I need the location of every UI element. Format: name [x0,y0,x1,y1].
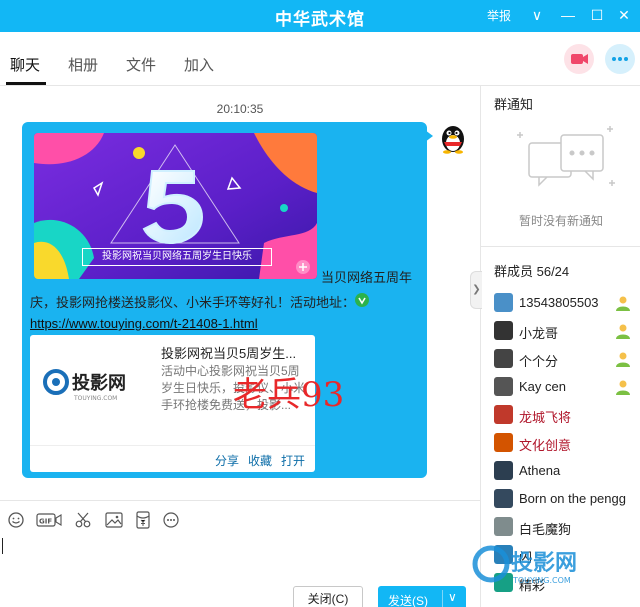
tab-bar: 聊天 相册 文件 加入 [0,32,640,86]
members-heading: 群成员 56/24 [494,264,570,279]
favorite-link[interactable]: 收藏 [248,452,272,469]
member-avatar[interactable] [494,489,513,508]
svg-text:TOUYING.COM: TOUYING.COM [512,576,571,585]
red-packet-icon[interactable] [133,510,153,530]
message-input[interactable]: 关闭(C) 发送(S) ∨ [0,538,480,607]
member-avatar[interactable] [494,433,513,452]
member-avatar[interactable] [494,349,513,368]
more-options-button[interactable] [605,44,635,74]
open-link[interactable]: 打开 [281,452,305,469]
member-row[interactable]: 白毛魔狗 [481,513,640,541]
member-name: Kay cen [519,379,566,394]
member-row[interactable]: Athena [481,457,640,485]
tab-album[interactable]: 相册 [68,54,98,75]
svg-text:投影网: 投影网 [511,551,577,576]
member-name: 13543805503 [519,295,599,310]
send-options-dropdown[interactable]: ∨ [448,590,457,604]
emoji-icon[interactable] [6,510,26,530]
member-name: 个个分 [519,354,559,369]
title-bar: 中华武术馆 举报 ∨ — ☐ ✕ [0,0,640,32]
member-row[interactable]: Kay cen [481,373,640,401]
member-name: 文化创意 [519,438,572,453]
member-name: 白毛魔狗 [519,522,572,537]
penguin-avatar-icon[interactable] [438,122,468,154]
share-link[interactable]: 分享 [215,452,239,469]
bubble-tail [425,130,433,142]
member-avatar[interactable] [494,377,513,396]
banner-caption: 投影网祝当贝网络五周岁生日快乐 [82,248,272,266]
report-button[interactable]: 举报 [487,7,511,24]
member-name: 小龙哥 [519,326,559,341]
member-name: 龙城飞将 [519,410,572,425]
checkmark-emoji-icon [355,293,369,307]
more-tools-icon[interactable] [161,510,181,530]
image-icon[interactable] [104,510,124,530]
member-name: Born on the pengg [519,491,626,506]
active-tab-indicator [6,82,46,85]
gif-icon[interactable]: GIF [36,510,62,530]
tab-join[interactable]: 加入 [184,54,214,75]
watermark-text: 老兵93 [233,375,345,415]
close-button[interactable]: 关闭(C) [293,586,363,607]
maximize-icon[interactable]: ☐ [587,4,607,26]
send-divider [442,590,443,607]
message-link[interactable]: https://www.touying.com/t-21408-1.html [30,316,258,331]
zoom-icon [296,260,310,274]
admin-badge-icon [616,380,630,395]
touying-logo: 投影网 TOUYING.COM [38,365,153,405]
logo-subtext: TOUYING.COM [73,395,117,402]
message-text-line1: 当贝网络五周年 [321,270,413,285]
member-avatar[interactable] [494,293,513,312]
member-row[interactable]: 小龙哥 [481,317,640,345]
svg-text:GIF: GIF [39,518,52,526]
member-row[interactable]: Born on the pengg [481,485,640,513]
member-avatar[interactable] [494,517,513,536]
scissors-icon[interactable] [73,510,93,530]
member-avatar[interactable] [494,321,513,340]
notice-heading: 群通知 [494,97,534,112]
send-label: 发送(S) [388,594,428,607]
touying-watermark-logo: 投影网 TOUYING.COM [472,545,577,585]
send-button[interactable]: 发送(S) ∨ [378,586,466,607]
member-avatar[interactable] [494,405,513,424]
group-side-panel: 群通知 暂时没有新通知 ❯ 群成员 56/24 13543805503 小龙哥 个个… [470,86,640,607]
video-call-button[interactable] [564,44,594,74]
message-timestamp: 20:10:35 [216,102,264,116]
panel-divider [481,246,640,247]
admin-badge-icon [616,296,630,311]
close-icon[interactable]: ✕ [614,4,634,26]
tab-files[interactable]: 文件 [126,54,156,75]
notice-empty-text: 暂时没有新通知 [518,214,603,228]
member-name: Athena [519,463,561,478]
member-row[interactable]: 13543805503 [481,289,640,317]
banner-image[interactable]: 投影网祝当贝网络五周岁生日快乐 [34,133,317,279]
chat-area[interactable]: 20:10:35 投影网祝当贝网络五周岁生日快乐 当贝网络五周年 庆，投影网抢楼… [0,86,480,500]
empty-notice-illustration-icon [517,126,615,187]
text-caret [2,538,3,554]
card-actions: 分享 收藏 打开 [30,445,315,472]
admin-badge-icon [616,352,630,367]
more-icon [612,57,628,61]
member-row[interactable]: 文化创意 [481,429,640,457]
message-bubble[interactable]: 投影网祝当贝网络五周岁生日快乐 当贝网络五周年 庆，投影网抢楼送投影仪、小米手环… [22,122,427,478]
admin-badge-icon [616,324,630,339]
menu-dropdown-icon[interactable]: ∨ [527,4,547,26]
tab-chat[interactable]: 聊天 [10,54,40,75]
logo-text: 投影网 [72,372,126,394]
card-title: 投影网祝当贝5周岁生... [161,346,297,361]
minimize-icon[interactable]: — [558,4,578,26]
member-row[interactable]: 个个分 [481,345,640,373]
input-toolbar: GIF [0,500,480,538]
message-text-line2: 庆，投影网抢楼送投影仪、小米手环等好礼！活动地址： [30,295,356,310]
member-avatar[interactable] [494,461,513,480]
video-icon [571,54,588,64]
member-row[interactable]: 龙城飞将 [481,401,640,429]
